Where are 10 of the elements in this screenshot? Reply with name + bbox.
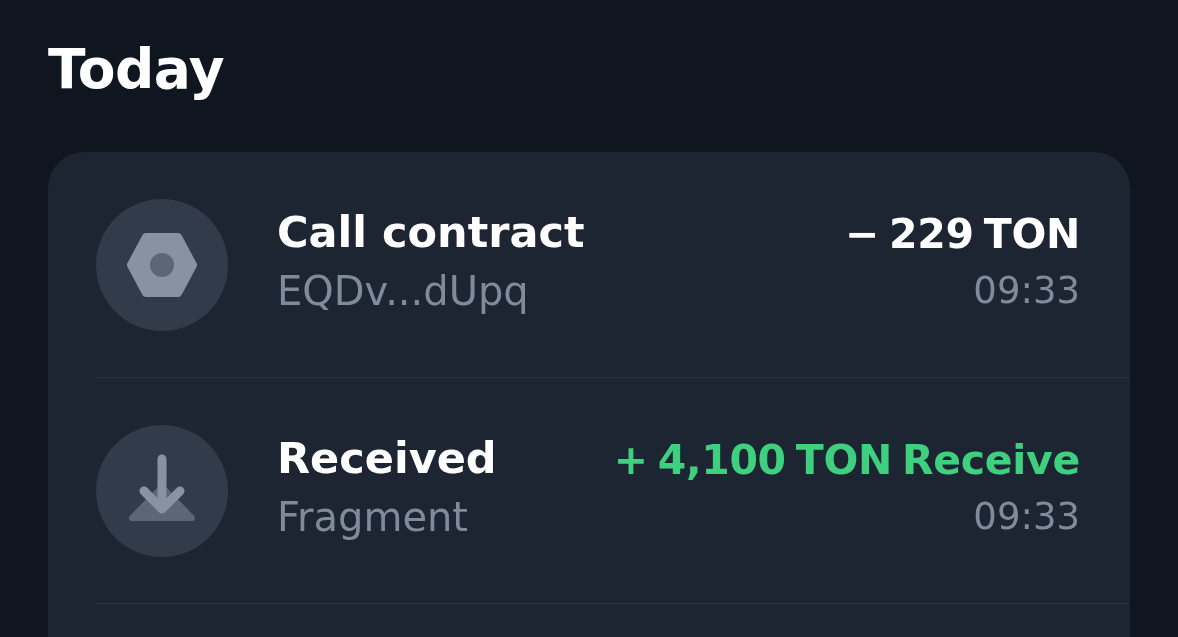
hex-nut-icon xyxy=(96,198,228,331)
transaction-title: Received xyxy=(277,431,498,484)
transaction-time: 09:33 xyxy=(973,267,1080,314)
transaction-counterparty: Fragment xyxy=(277,492,470,542)
transaction-time: 09:33 xyxy=(973,493,1080,540)
section-title: Today xyxy=(48,36,226,103)
transaction-title: Call contract xyxy=(277,205,586,258)
transaction-counterparty: EQDv...dUpq xyxy=(277,266,530,316)
transaction-amount: − 229 TON xyxy=(845,208,1080,260)
transaction-amount: + 4,100 TON Receive xyxy=(613,434,1080,486)
